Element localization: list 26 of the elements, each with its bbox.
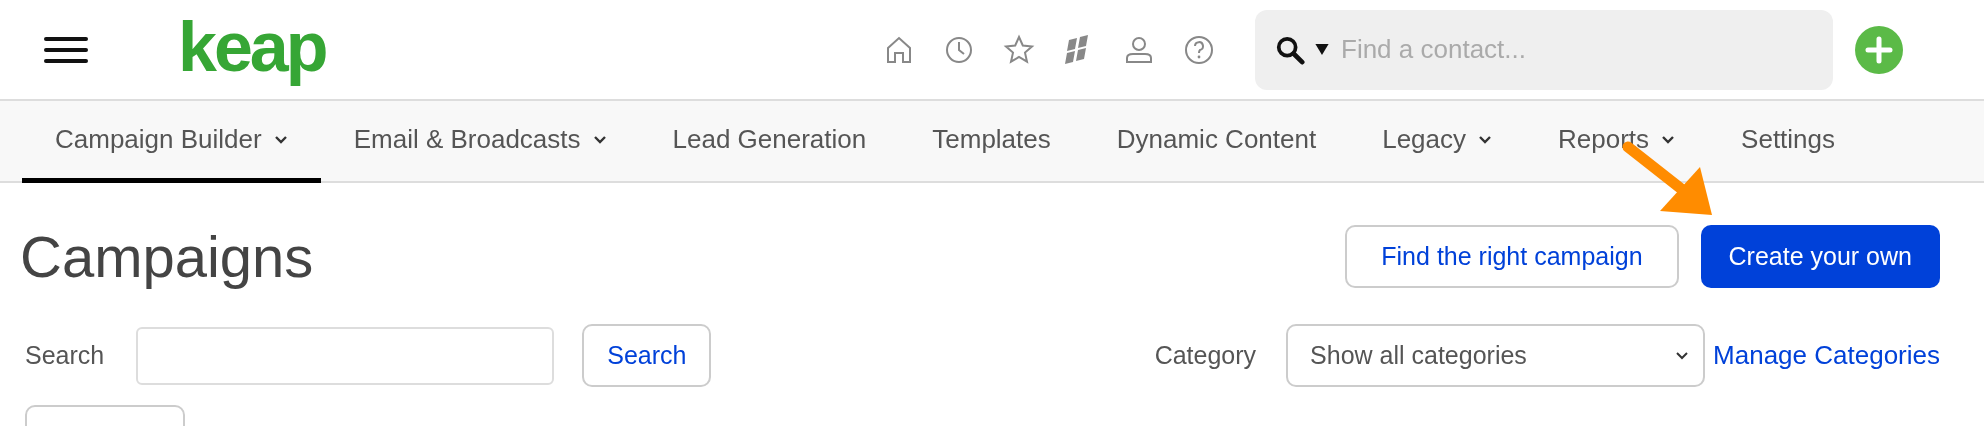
find-campaign-button[interactable]: Find the right campaign [1345,225,1679,288]
create-button[interactable]: Create your own [1700,225,1940,288]
nav-tab[interactable]: Email & Broadcasts [320,101,640,183]
nav-tab[interactable]: Dynamic Content [1083,101,1350,183]
nav-tab[interactable]: Lead Generation [639,101,900,183]
category-label: Category [1154,341,1257,370]
chevron-icon [1675,350,1690,361]
category-select[interactable]: Show all categories [1286,324,1706,387]
nav-tab[interactable]: Reports [1525,101,1709,183]
help-icon[interactable] [1183,33,1215,66]
nav-tab[interactable]: Templates [899,101,1084,183]
search-label: Search [25,341,105,370]
contact-search-field[interactable]: Find a contact... [1255,9,1833,90]
nav-tab[interactable]: Settings [1708,101,1869,183]
star-icon[interactable] [1003,33,1035,66]
search-icon [1275,34,1305,65]
search-button[interactable]: Search [582,324,712,387]
add-icon[interactable] [1855,25,1903,74]
caret-icon[interactable] [1315,44,1329,55]
search-field[interactable] [136,326,555,385]
search-input[interactable]: Find a contact... [1339,9,1817,90]
menu-icon[interactable] [44,34,88,65]
nav-tab[interactable]: Legacy [1349,101,1526,183]
manage-categories-link[interactable]: Manage Categories [1713,340,1940,371]
page-title: Campaigns [20,223,314,290]
nav-tab[interactable]: Campaign Builder [22,101,321,183]
